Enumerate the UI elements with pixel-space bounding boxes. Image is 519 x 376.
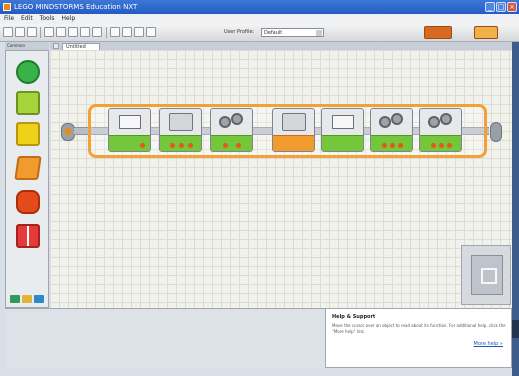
port-indicator-icon [398,143,403,148]
complete-palette-icon[interactable] [22,295,32,303]
action-blocks-icon[interactable] [16,91,40,115]
motor-icon [379,113,405,131]
document-tabs: Untitled [50,42,519,50]
toolbar-divider [40,27,41,38]
rotation-block[interactable] [272,108,315,152]
save-icon[interactable] [27,27,37,37]
palette-tab-common[interactable]: Common [7,43,25,48]
advanced-blocks-icon[interactable] [16,224,40,248]
common-palette-icon[interactable] [10,295,20,303]
navigation-viewport[interactable] [471,255,503,295]
menu-tools[interactable]: Tools [40,14,55,24]
toolbar: User Profile: Default [0,24,519,42]
help-title: Help & Support [332,314,376,320]
gear-icon [391,113,403,125]
display-icon [332,115,354,129]
user-profile-label: User Profile: [224,29,255,35]
user-profile-value: Default [264,30,283,36]
cut-icon[interactable] [44,27,54,37]
comment-tool-icon[interactable] [134,27,144,37]
sensor-block[interactable] [159,108,202,152]
port-indicator-icon [140,143,145,148]
port-indicator-icon [236,143,241,148]
undo-icon[interactable] [80,27,90,37]
port-indicator-icon [170,143,175,148]
help-text: Move the cursor over an object to read a… [332,323,506,334]
port-indicator-icon [431,143,436,148]
sensor-icon [169,113,193,131]
gear-icon [428,116,440,128]
port-indicator-icon [223,143,228,148]
close-tab-icon[interactable] [53,43,59,49]
chevron-down-icon [316,30,322,36]
minimize-button[interactable]: _ [485,2,495,12]
title-bar: LEGO MINDSTORMS Education NXT _ □ × [0,0,519,14]
pan-tool-icon[interactable] [122,27,132,37]
sequence-end-icon [490,122,502,142]
close-button[interactable]: × [507,2,517,12]
block-palette [5,50,49,308]
palette-tabs: Common [5,42,49,50]
menu-file[interactable]: File [4,14,14,24]
scroll-button[interactable] [512,320,519,338]
sequence-start-icon [61,123,75,141]
window-title: LEGO MINDSTORMS Education NXT [14,3,138,11]
display-block[interactable] [108,108,151,152]
port-indicator-icon [188,143,193,148]
motor-block[interactable] [419,108,462,152]
maximize-button[interactable]: □ [496,2,506,12]
open-file-icon[interactable] [15,27,25,37]
gear-icon [379,116,391,128]
port-indicator-icon [447,143,452,148]
block-band [273,135,314,151]
copy-icon[interactable] [56,27,66,37]
flow-blocks-icon[interactable] [14,156,42,180]
menu-help[interactable]: Help [61,14,75,24]
navigation-panel[interactable] [461,245,511,305]
robo-center-icon[interactable] [474,26,498,39]
gear-icon [219,116,231,128]
port-indicator-icon [382,143,387,148]
port-indicator-icon [439,143,444,148]
motor-icon [428,113,454,131]
palette-switcher [10,295,44,303]
display-block[interactable] [321,108,364,152]
gear-icon [440,113,452,125]
block-band [211,135,252,151]
custom-palette-tab-icon[interactable] [34,295,44,303]
port-indicator-icon [390,143,395,148]
sensor-blocks-icon[interactable] [16,122,40,146]
motor-block[interactable] [210,108,253,152]
port-indicator-icon [179,143,184,148]
motor-block[interactable] [370,108,413,152]
redo-icon[interactable] [92,27,102,37]
tab-untitled[interactable]: Untitled [62,43,100,50]
app-icon [3,3,11,11]
nxt-window-icon[interactable] [424,26,452,39]
data-blocks-icon[interactable] [16,190,40,214]
gear-icon [231,113,243,125]
help-panel: Help & Support Move the cursor over an o… [325,308,512,368]
user-profile-select[interactable]: Default [261,28,324,37]
block-band [322,135,363,151]
rotation-icon [282,113,306,131]
menu-bar: File Edit Tools Help [0,14,519,24]
display-icon [119,115,141,129]
window-controls: _ □ × [485,2,517,12]
more-help-link[interactable]: More help » [474,341,503,347]
motor-icon [219,113,245,131]
toolbar-divider [106,27,107,38]
paste-icon[interactable] [68,27,78,37]
custom-palette-icon[interactable] [146,27,156,37]
programming-canvas[interactable] [50,50,519,308]
application-window: LEGO MINDSTORMS Education NXT _ □ × File… [0,0,519,376]
common-blocks-icon[interactable] [16,60,40,84]
menu-edit[interactable]: Edit [21,14,33,24]
pointer-tool-icon[interactable] [110,27,120,37]
new-file-icon[interactable] [3,27,13,37]
